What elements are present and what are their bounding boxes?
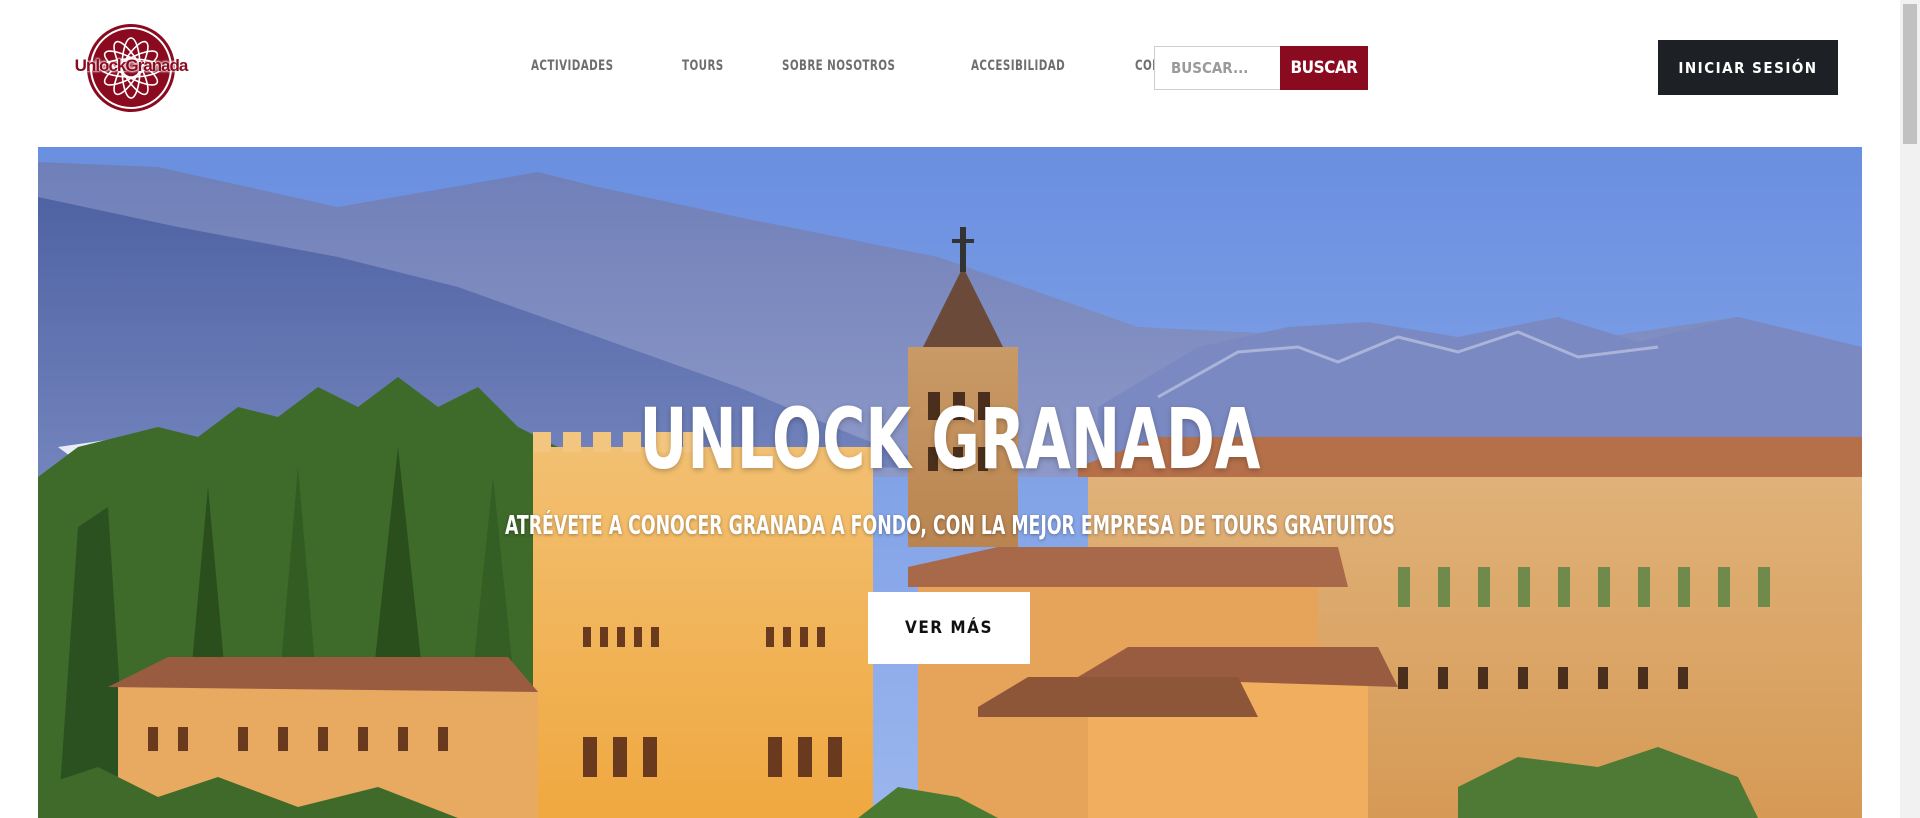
ver-mas-button[interactable]: VER MÁS bbox=[868, 592, 1030, 664]
hero-banner: UNLOCK GRANADA ATRÉVETE A CONOCER GRANAD… bbox=[38, 147, 1862, 818]
hero-subtitle: ATRÉVETE A CONOCER GRANADA A FONDO, CON … bbox=[504, 511, 1396, 541]
nav-item-accesibilidad[interactable]: ACCESIBILIDAD bbox=[971, 58, 1065, 74]
main-nav: ACTIVIDADES TOURS SOBRE NOSOTROS ACCESIB… bbox=[531, 58, 1216, 74]
nav-item-actividades[interactable]: ACTIVIDADES bbox=[531, 58, 613, 74]
search-form: BUSCAR bbox=[1154, 46, 1368, 90]
scrollbar-thumb[interactable] bbox=[1903, 4, 1917, 144]
site-logo[interactable]: UnlockGranada bbox=[74, 22, 188, 114]
hero-title: UNLOCK GRANADA bbox=[639, 390, 1261, 488]
search-button[interactable]: BUSCAR bbox=[1280, 46, 1368, 90]
page-scrollbar[interactable] bbox=[1900, 0, 1920, 818]
nav-item-tours[interactable]: TOURS bbox=[682, 58, 724, 74]
logo-text: UnlockGranada bbox=[74, 56, 189, 75]
site-header: UnlockGranada ACTIVIDADES TOURS SOBRE NO… bbox=[0, 0, 1900, 147]
login-button[interactable]: INICIAR SESIÓN bbox=[1658, 40, 1838, 95]
nav-item-sobre-nosotros[interactable]: SOBRE NOSOTROS bbox=[782, 58, 895, 74]
search-input[interactable] bbox=[1154, 46, 1280, 90]
